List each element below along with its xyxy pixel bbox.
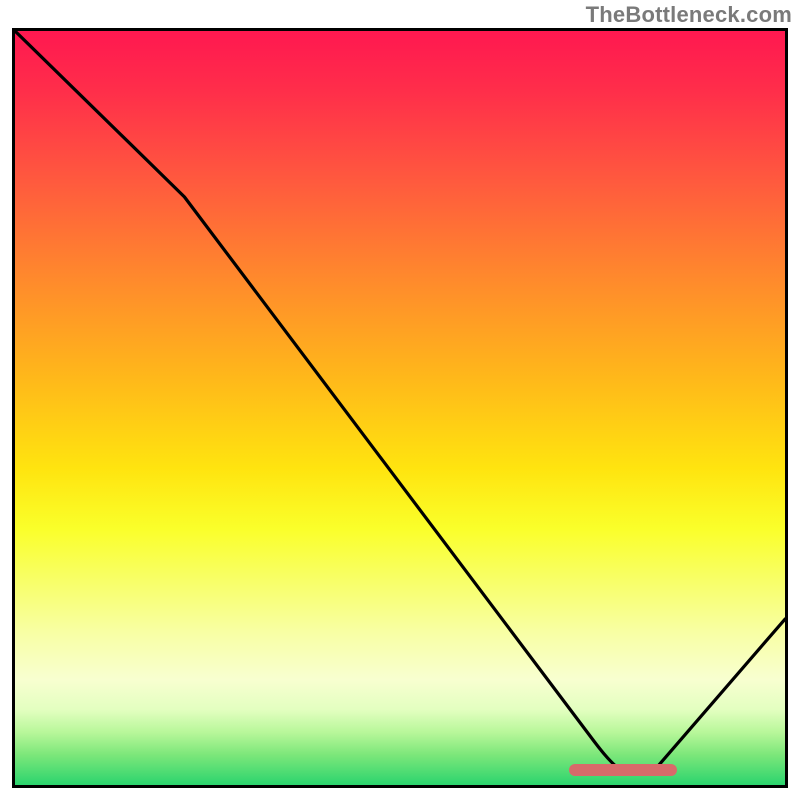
plot-area — [12, 28, 788, 788]
watermark-text: TheBottleneck.com — [586, 2, 792, 28]
optimal-range-marker — [569, 764, 677, 776]
chart-canvas: TheBottleneck.com — [0, 0, 800, 800]
curve-svg — [15, 31, 785, 785]
bottleneck-curve — [15, 31, 785, 770]
